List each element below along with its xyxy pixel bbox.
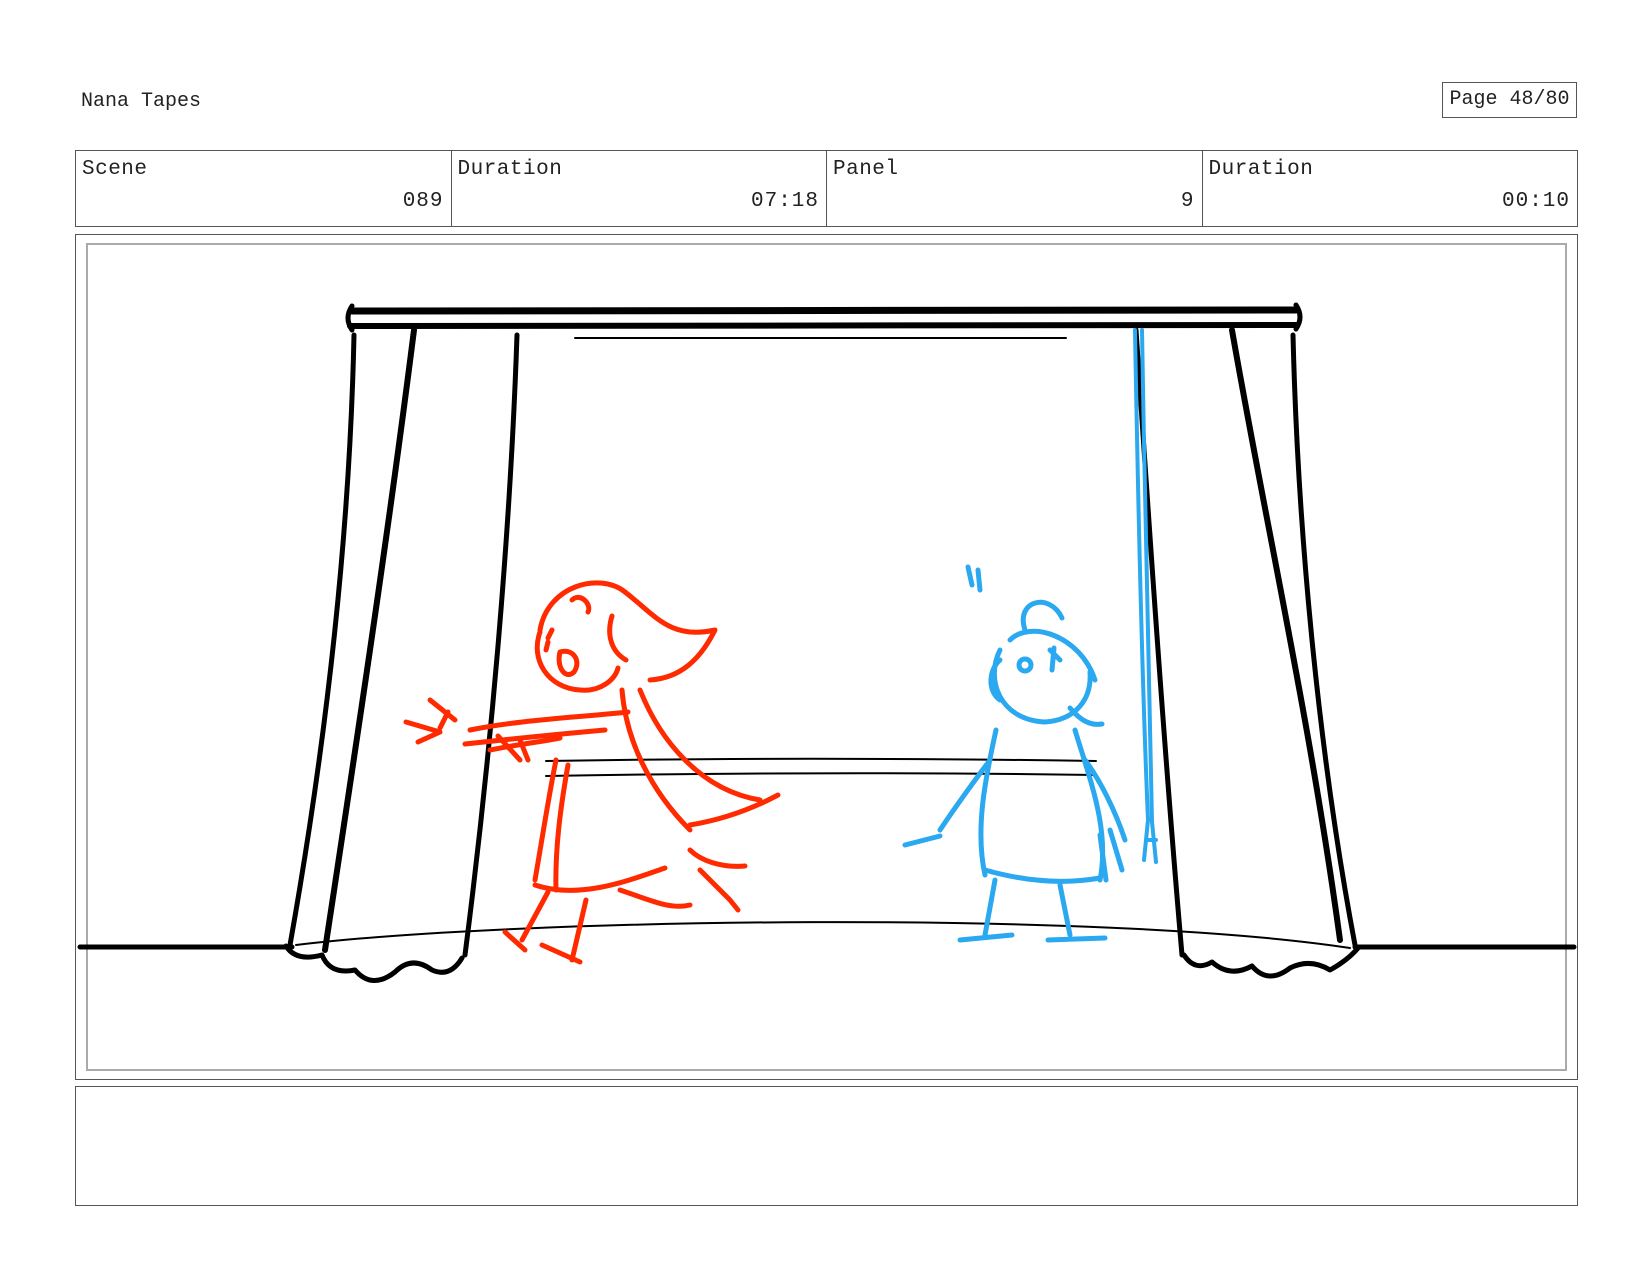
left-curtain [287,332,357,948]
notes-area[interactable] [75,1086,1578,1206]
stage-curtains [77,302,1577,983]
curtain-rod [348,306,1300,315]
blue-child-figure [902,564,1128,943]
storyboard-drawing [77,302,1577,983]
red-girl-figure [403,580,781,965]
